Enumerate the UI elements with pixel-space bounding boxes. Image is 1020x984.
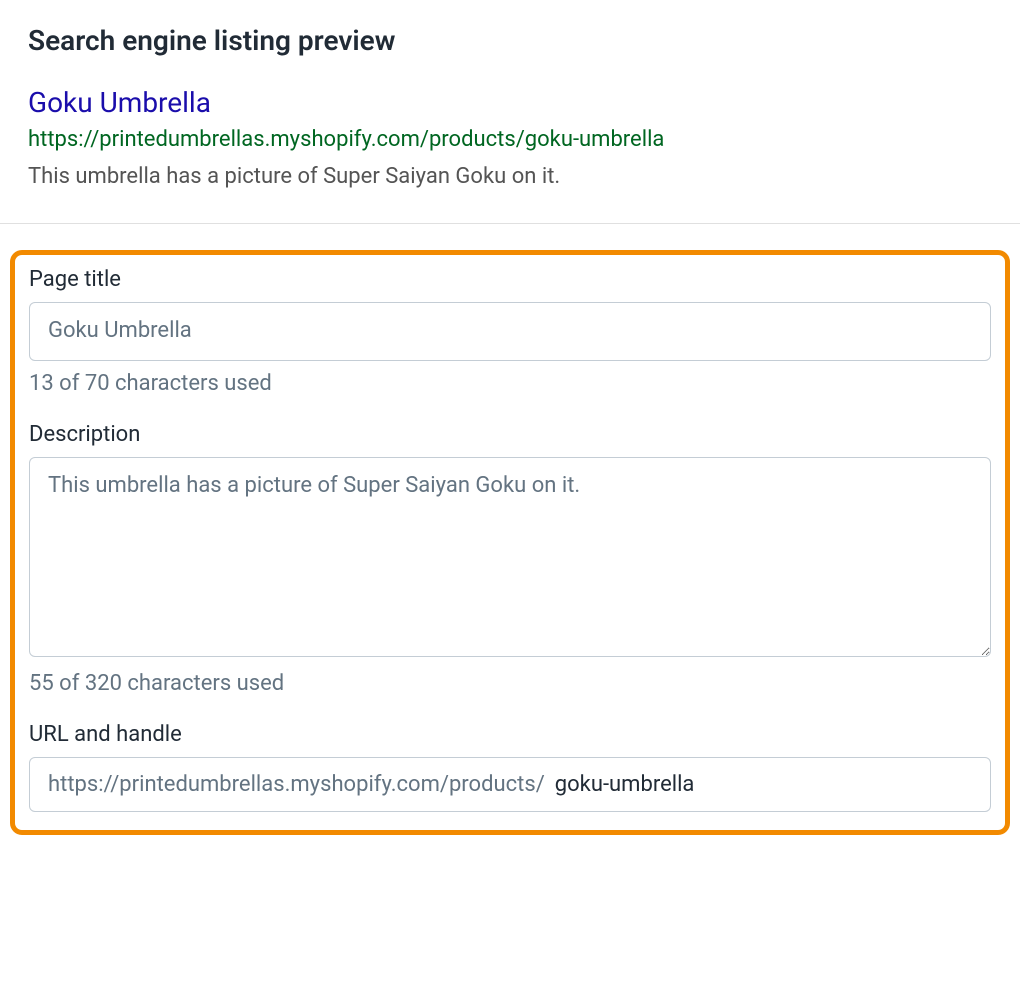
url-handle-label: URL and handle bbox=[29, 722, 991, 747]
seo-preview-block: Goku Umbrella https://printedumbrellas.m… bbox=[28, 85, 992, 193]
divider bbox=[0, 223, 1020, 224]
preview-title: Goku Umbrella bbox=[28, 85, 992, 121]
description-textarea[interactable] bbox=[29, 457, 991, 657]
url-handle-field-group: URL and handle https://printedumbrellas.… bbox=[29, 722, 991, 812]
page-title-char-count: 13 of 70 characters used bbox=[29, 371, 991, 396]
url-prefix: https://printedumbrellas.myshopify.com/p… bbox=[48, 772, 545, 797]
preview-url: https://printedumbrellas.myshopify.com/p… bbox=[28, 125, 992, 156]
description-label: Description bbox=[29, 422, 991, 447]
section-title: Search engine listing preview bbox=[28, 24, 992, 57]
url-handle-input[interactable] bbox=[555, 772, 972, 797]
url-handle-input-wrap[interactable]: https://printedumbrellas.myshopify.com/p… bbox=[29, 757, 991, 812]
page-title-label: Page title bbox=[29, 267, 991, 292]
page-title-input[interactable] bbox=[29, 302, 991, 361]
description-field-group: Description 55 of 320 characters used bbox=[29, 422, 991, 696]
description-char-count: 55 of 320 characters used bbox=[29, 671, 991, 696]
preview-description: This umbrella has a picture of Super Sai… bbox=[28, 162, 992, 193]
page-title-field-group: Page title 13 of 70 characters used bbox=[29, 267, 991, 396]
seo-form-highlight: Page title 13 of 70 characters used Desc… bbox=[10, 250, 1010, 835]
